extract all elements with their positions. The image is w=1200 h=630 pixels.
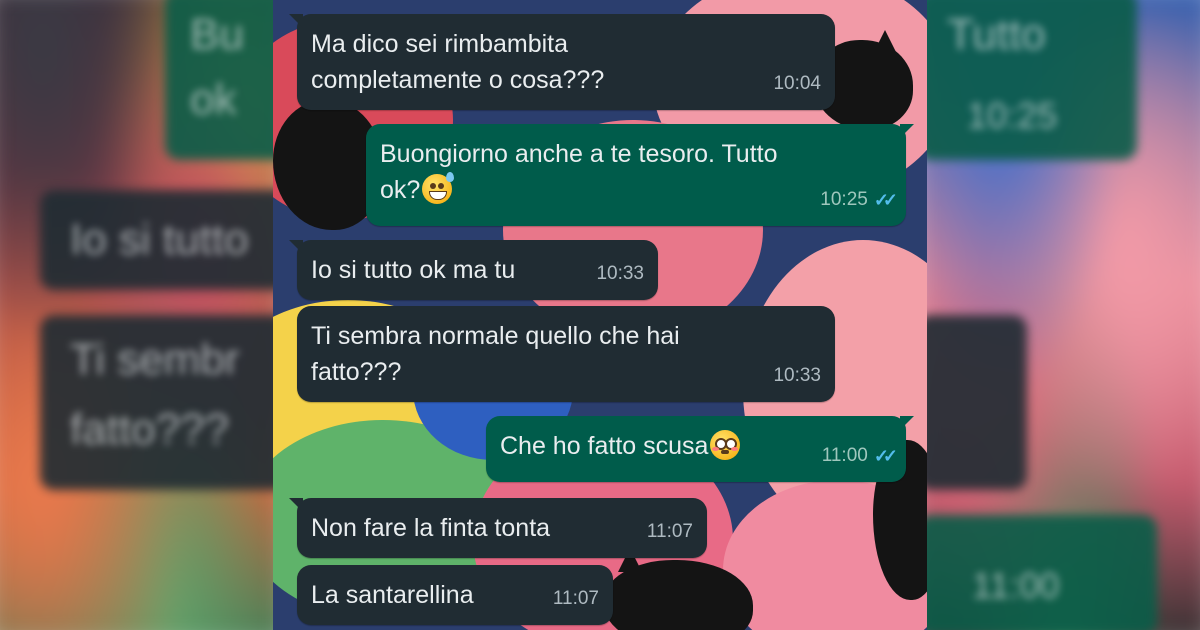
double-check-read-icon: ✓✓ [873, 446, 898, 466]
message-text: Ma dico sei rimbambita completamente o c… [311, 30, 605, 94]
message-time: 10:33 [773, 365, 821, 386]
bubble-tail [900, 124, 914, 138]
message-time: 11:07 [646, 521, 693, 542]
blurred-text: Bu [190, 10, 244, 59]
message-meta: 10:04 [773, 66, 821, 102]
blurred-text: fatto??? [70, 405, 230, 454]
outgoing-message[interactable]: Buongiorno anche a te tesoro. Tutto ok? … [366, 124, 914, 226]
message-meta: 10:33 [596, 256, 644, 292]
incoming-message[interactable]: Ma dico sei rimbambita completamente o c… [289, 14, 835, 110]
message-text: Ti sembra normale quello che hai fatto??… [311, 322, 680, 386]
message-meta: 10:25 ✓✓ [820, 182, 898, 218]
incoming-message[interactable]: Non fare la finta tonta 11:07 [289, 498, 707, 558]
message-text: Non fare la finta tonta [311, 514, 551, 542]
message-time: 10:33 [596, 263, 644, 284]
message-time: 11:00 [821, 445, 868, 466]
message-meta: 11:00 ✓✓ [821, 438, 898, 474]
message-meta: 11:07 [647, 514, 693, 550]
incoming-message[interactable]: La santarellina 11:07 [297, 565, 613, 625]
bubble-tail [289, 240, 303, 254]
message-meta: 11:07 [553, 581, 599, 617]
incoming-message[interactable]: Io si tutto ok ma tu 10:33 [289, 240, 658, 300]
message-time: 10:04 [773, 73, 821, 94]
message-text: Buongiorno anche a te tesoro. Tutto ok? [380, 136, 890, 208]
double-check-read-icon: ✓✓ [873, 190, 898, 210]
bubble-tail [289, 498, 303, 512]
sweat-smile-emoji [422, 172, 455, 204]
blurred-background-right: Tutto 10:25 11:00 [927, 0, 1200, 630]
bubble-tail [289, 14, 303, 28]
blurred-background-left: Bu ok Io si tutto Ti sembr fatto??? [0, 0, 273, 630]
blurred-text: Io si tutto [70, 215, 249, 264]
message-meta: 10:33 [773, 358, 821, 394]
blurred-incoming-bubble [927, 315, 1027, 490]
blurred-text: Ti sembr [70, 335, 240, 384]
cat-ear [873, 30, 897, 54]
blurred-text: Tutto [947, 10, 1046, 59]
blurred-text: ok [190, 75, 237, 124]
blurred-text: 10:25 [967, 95, 1058, 136]
message-time: 10:25 [820, 189, 868, 210]
message-text-content: Che ho fatto scusa [500, 432, 709, 460]
bubble-tail [900, 416, 914, 430]
message-text: Io si tutto ok ma tu [311, 256, 516, 284]
message-time: 11:07 [552, 588, 599, 609]
blurred-text: 11:00 [972, 565, 1060, 606]
incoming-message[interactable]: Ti sembra normale quello che hai fatto??… [297, 306, 835, 402]
chat-conversation[interactable]: Ma dico sei rimbambita completamente o c… [273, 0, 927, 630]
flushed-face-emoji [710, 430, 741, 460]
outgoing-message[interactable]: Che ho fatto scusa 11:00 ✓✓ [486, 416, 914, 482]
